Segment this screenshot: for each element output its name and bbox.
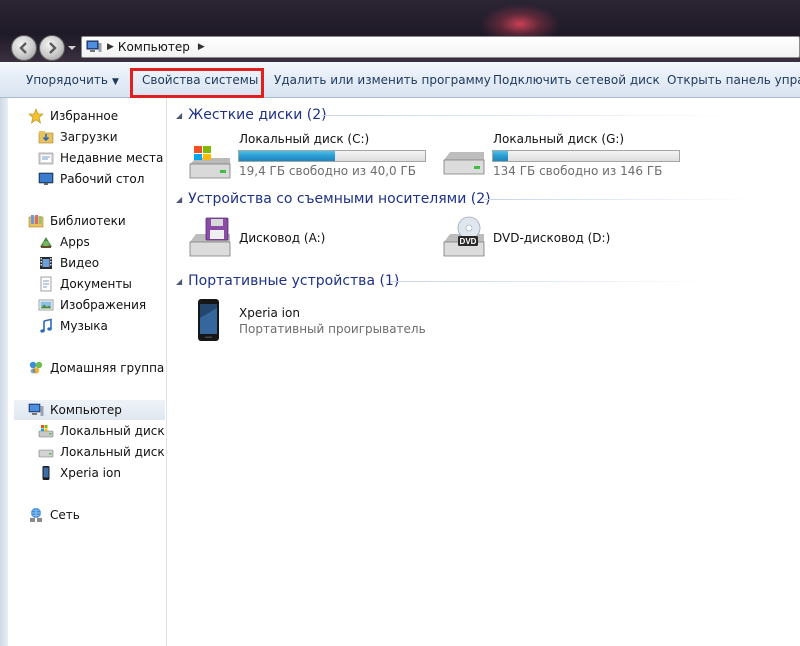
sidebar-item-pictures[interactable]: Изображения: [38, 295, 146, 315]
open-control-panel-button[interactable]: Открыть панель управле: [667, 70, 800, 90]
group-title: Портативные устройства (1): [188, 273, 400, 289]
video-library-icon: [40, 257, 52, 269]
sidebar-item-desktop[interactable]: Рабочий стол: [38, 169, 144, 189]
chevron-down-icon: ▼: [111, 77, 119, 87]
organize-label: Упорядочить: [26, 73, 108, 87]
downloads-folder-icon: [38, 131, 54, 144]
sidebar-item-xperia[interactable]: Xperia ion: [38, 463, 121, 483]
map-network-drive-button[interactable]: Подключить сетевой диск: [493, 70, 660, 90]
sidebar-item-recent-places[interactable]: Недавние места: [38, 148, 163, 168]
sidebar-item-label: Изображения: [60, 298, 147, 312]
computer-icon: [86, 40, 102, 52]
drive-g-usage-fill: [493, 151, 508, 161]
back-button[interactable]: [11, 35, 37, 61]
group-header-removable[interactable]: ◢ Устройства со съемными носителями (2): [176, 189, 491, 209]
forward-button[interactable]: [39, 35, 65, 61]
sidebar-item-label: Локальный диск (G: [60, 445, 183, 459]
sidebar-item-label: Избранное: [50, 109, 119, 123]
star-icon: [28, 108, 44, 124]
collapse-triangle-icon[interactable]: ◢: [176, 277, 182, 286]
group-title: Жесткие диски (2): [188, 107, 327, 123]
sidebar-item-drive-g[interactable]: Локальный диск (G: [38, 442, 182, 462]
highlight-annotation: [130, 68, 264, 98]
sidebar-item-network[interactable]: Сеть: [28, 505, 80, 525]
system-drive-icon: [38, 425, 54, 438]
breadcrumb-computer[interactable]: Компьютер: [118, 40, 190, 54]
sidebar-item-video[interactable]: Видео: [38, 253, 99, 273]
sidebar-item-label: Документы: [60, 277, 132, 291]
system-drive-icon[interactable]: [186, 142, 234, 182]
floppy-drive-name[interactable]: Дисковод (A:): [239, 231, 325, 245]
phone-icon: [42, 466, 50, 480]
pictures-library-icon: [38, 299, 54, 311]
uninstall-program-button[interactable]: Удалить или изменить программу: [274, 70, 491, 90]
drive-c-free-space: 19,4 ГБ свободно из 40,0 ГБ: [239, 164, 417, 178]
command-bar: Упорядочить ▼ Свойства системы Удалить ил…: [0, 62, 800, 98]
portable-device-name[interactable]: Xperia ion: [239, 306, 300, 320]
music-library-icon: [40, 318, 52, 333]
computer-icon: [28, 403, 44, 416]
documents-library-icon: [40, 276, 52, 292]
drive-g-free-space: 134 ГБ свободно из 146 ГБ: [493, 164, 663, 178]
sidebar-item-drive-c[interactable]: Локальный диск (C: [38, 421, 181, 441]
drive-g-name[interactable]: Локальный диск (G:): [493, 132, 624, 146]
libraries-icon: [28, 215, 44, 228]
dvd-drive-icon[interactable]: DVD: [440, 216, 488, 262]
sidebar-item-favorites[interactable]: Избранное: [28, 106, 118, 126]
collapse-triangle-icon[interactable]: ◢: [176, 195, 182, 204]
dvd-drive-name[interactable]: DVD-дисковод (D:): [493, 231, 610, 245]
recent-pages-dropdown-icon[interactable]: [67, 43, 77, 53]
sidebar-item-downloads[interactable]: Загрузки: [38, 127, 118, 147]
content-pane: [167, 98, 800, 646]
apps-library-icon: [40, 237, 52, 248]
group-title: Устройства со съемными носителями (2): [188, 191, 491, 207]
group-divider: [322, 115, 742, 116]
group-header-hard-drives[interactable]: ◢ Жесткие диски (2): [176, 105, 327, 125]
sidebar-item-label: Apps: [60, 235, 90, 249]
drive-c-name[interactable]: Локальный диск (C:): [239, 132, 369, 146]
sidebar-item-documents[interactable]: Документы: [38, 274, 132, 294]
window-left-edge: [0, 98, 8, 646]
drive-g-usage-bar: [492, 150, 680, 162]
sidebar-item-apps[interactable]: Apps: [38, 232, 90, 252]
sidebar-item-music[interactable]: Музыка: [38, 316, 108, 336]
arrow-left-icon: [19, 42, 27, 54]
group-divider: [390, 281, 710, 282]
group-header-portable[interactable]: ◢ Портативные устройства (1): [176, 271, 399, 291]
sidebar-item-label: Домашняя группа: [50, 361, 165, 375]
phone-icon[interactable]: [195, 298, 223, 344]
hard-drive-icon: [38, 449, 54, 458]
floppy-drive-icon[interactable]: [186, 216, 234, 262]
organize-button[interactable]: Упорядочить ▼: [26, 70, 119, 90]
group-divider: [484, 199, 754, 200]
sidebar-item-label: Рабочий стол: [60, 172, 145, 186]
breadcrumb-separator-icon[interactable]: ▶: [198, 42, 205, 52]
drive-c-usage-bar: [238, 150, 426, 162]
portable-device-type: Портативный проигрыватель: [239, 322, 426, 336]
sidebar-item-label: Видео: [60, 256, 100, 270]
dvd-badge-text: DVD: [460, 237, 477, 246]
desktop-icon: [38, 172, 54, 185]
sidebar-item-label: Недавние места: [60, 151, 164, 165]
sidebar-item-libraries[interactable]: Библиотеки: [28, 211, 126, 231]
sidebar-item-label: Загрузки: [60, 130, 118, 144]
arrow-right-icon: [49, 42, 57, 54]
sidebar-item-label: Сеть: [50, 508, 80, 522]
homegroup-icon: [29, 361, 43, 374]
network-icon: [30, 508, 42, 522]
hard-drive-icon[interactable]: [440, 144, 488, 180]
recent-places-icon: [38, 152, 54, 165]
address-bar[interactable]: ▶ Компьютер ▶: [81, 36, 800, 58]
sidebar-item-label: Библиотеки: [50, 214, 126, 228]
collapse-triangle-icon[interactable]: ◢: [176, 111, 182, 120]
sidebar-item-homegroup[interactable]: Домашняя группа: [28, 358, 164, 378]
sidebar-item-label: Xperia ion: [60, 466, 121, 480]
sidebar-item-label: Компьютер: [50, 403, 122, 417]
drive-c-usage-fill: [239, 151, 335, 161]
sidebar-item-label: Музыка: [60, 319, 108, 333]
sidebar-item-label: Локальный диск (C: [60, 424, 182, 438]
breadcrumb-separator-icon[interactable]: ▶: [107, 42, 114, 52]
sidebar-item-computer[interactable]: Компьютер: [14, 400, 165, 420]
